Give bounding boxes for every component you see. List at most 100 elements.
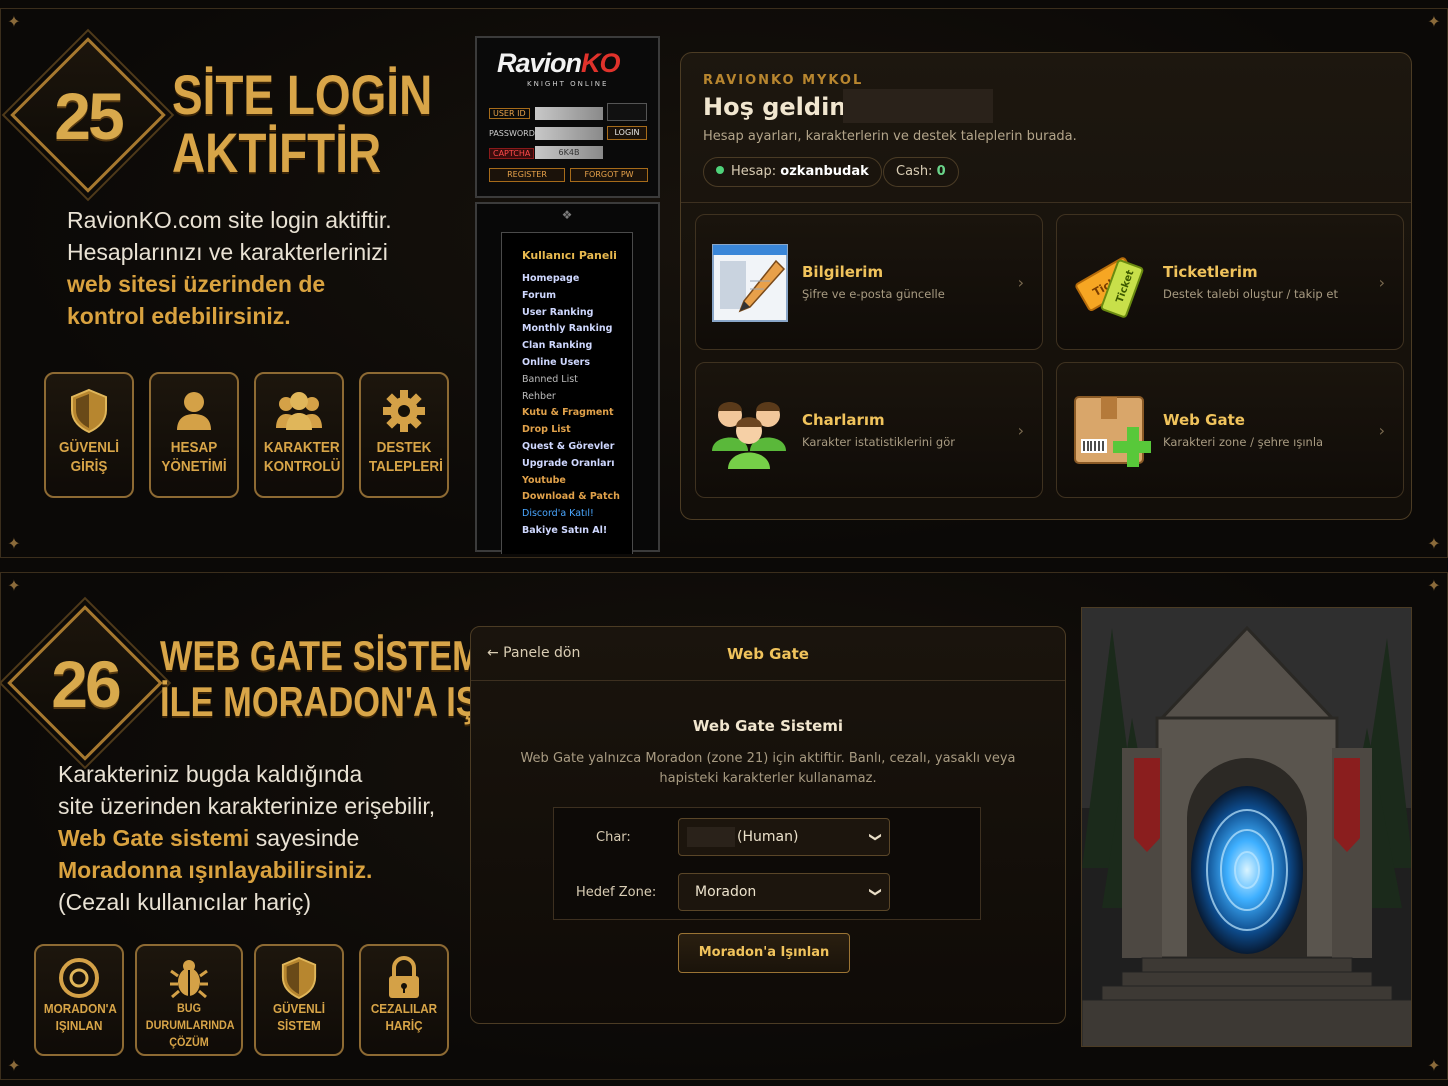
promo-line: (Cezalı kullanıcılar hariç) xyxy=(58,889,312,915)
card-bilgilerim[interactable]: Bilgilerim Şifre ve e-posta güncelle › xyxy=(695,214,1043,350)
user-panel-menu-item[interactable]: Homepage xyxy=(522,271,632,288)
feature-label: KARAKTER xyxy=(263,439,340,456)
feature-label: GÜVENLİ xyxy=(272,1001,326,1016)
shield-icon xyxy=(256,956,342,1000)
promo-line: Web Gate sistemi sayesinde xyxy=(58,825,360,851)
lock-icon xyxy=(361,956,447,1000)
user-panel-list: Kullanıcı Paneli Homepage Forum User Ranki… xyxy=(501,232,633,554)
user-panel-menu-item[interactable]: Discord'a Katıl! xyxy=(522,506,632,523)
card-charlarim[interactable]: Charlarım Karakter istatistiklerini gör … xyxy=(695,362,1043,498)
char-select-value: (Human) xyxy=(737,829,799,845)
chevron-right-icon: › xyxy=(1017,273,1024,292)
welcome-subtitle: Hesap ayarları, karakterlerin ve destek … xyxy=(703,129,1077,144)
account-badge: Hesap: ozkanbudak xyxy=(703,157,882,187)
card-web-gate[interactable]: Web Gate Karakteri zone / şehre ışınla › xyxy=(1056,362,1404,498)
web-gate-header: ← Panele dön Web Gate xyxy=(471,627,1065,681)
web-gate-panel: ← Panele dön Web Gate Web Gate Sistemi W… xyxy=(470,626,1066,1024)
zone-select[interactable]: Moradon ❯ xyxy=(678,873,890,911)
user-panel-menu-item[interactable]: Forum xyxy=(522,288,632,305)
forgot-password-button[interactable]: FORGOT PW xyxy=(570,168,648,182)
login-button[interactable]: LOGIN xyxy=(607,126,647,140)
chevron-right-icon: › xyxy=(1017,421,1024,440)
card-description: Karakteri zone / şehre ışınla xyxy=(1163,435,1324,449)
user-panel-menu-item[interactable]: Drop List xyxy=(522,422,632,439)
portal-icon xyxy=(36,956,122,1000)
legacy-user-panel: ❖ Kullanıcı Paneli Homepage Forum User Ran… xyxy=(475,202,660,554)
characters-icon xyxy=(710,389,790,471)
user-panel-menu-item[interactable]: Kutu & Fragment xyxy=(522,405,632,422)
user-id-input[interactable] xyxy=(535,107,603,120)
card-description: Şifre ve e-posta güncelle xyxy=(802,287,945,301)
user-panel-menu-item[interactable]: Banned List xyxy=(522,372,632,389)
user-panel-menu-item[interactable]: User Ranking xyxy=(522,305,632,322)
feature-label: SİSTEM xyxy=(277,1018,321,1033)
card-description: Karakter istatistiklerini gör xyxy=(802,435,955,449)
feature-secure-system: GÜVENLİ SİSTEM xyxy=(254,944,344,1056)
gear-icon xyxy=(361,388,447,438)
promo-highlight: Moradonna ışınlayabilirsiniz. xyxy=(58,857,373,883)
promo-text: RavionKO.com site login aktiftir. Hesapl… xyxy=(67,204,392,332)
promo-line: site üzerinden karakterinize erişebilir, xyxy=(58,793,436,819)
web-gate-title: Web Gate xyxy=(727,645,809,663)
package-add-icon xyxy=(1071,389,1153,471)
user-id-label: USER ID xyxy=(489,108,530,119)
shield-icon xyxy=(46,388,132,438)
feature-label: KONTROLÜ xyxy=(263,458,341,475)
teleport-button[interactable]: Moradon'a Işınlan xyxy=(678,933,850,973)
feature-secure-login: GÜVENLİ GİRİŞ xyxy=(44,372,134,498)
web-gate-form: Char: (Human) ❯ Hedef Zone: Moradon ❯ xyxy=(553,807,981,920)
menu-ornament: ❖ xyxy=(561,208,573,222)
user-panel-menu-item[interactable]: Online Users xyxy=(522,355,632,372)
bug-icon xyxy=(137,956,241,1000)
user-panel-menu-item[interactable]: Rehber xyxy=(522,389,632,406)
user-id-extra-box xyxy=(607,103,647,121)
feature-character-control: KARAKTER KONTROLÜ xyxy=(254,372,344,498)
password-label: PASSWORD xyxy=(489,129,535,138)
user-panel-menu-item[interactable]: Download & Patch xyxy=(522,489,632,506)
feature-label: CEZALILAR xyxy=(370,1001,438,1016)
user-panel-menu-item[interactable]: Clan Ranking xyxy=(522,338,632,355)
site-logo: RavionKO xyxy=(497,48,621,78)
user-panel-menu-item[interactable]: Quest & Görevler xyxy=(522,439,632,456)
card-title: Web Gate xyxy=(1163,411,1245,429)
dashboard-header: RAVIONKO MYKOL Hoş geldin, Hesap ayarlar… xyxy=(681,53,1411,203)
redacted-username xyxy=(843,89,993,123)
web-gate-subtitle: Web Gate Sistemi xyxy=(692,717,844,735)
chevron-right-icon: › xyxy=(1378,273,1385,292)
card-title: Charlarım xyxy=(802,411,885,429)
char-select[interactable]: (Human) ❯ xyxy=(678,818,890,856)
corner-ornament: ✦ xyxy=(1427,12,1441,31)
corner-ornament: ✦ xyxy=(1427,534,1441,553)
feature-teleport-moradon: MORADON'A IŞINLAN xyxy=(34,944,124,1056)
user-panel-menu-item[interactable]: Upgrade Oranları xyxy=(522,456,632,473)
corner-ornament: ✦ xyxy=(7,576,21,595)
user-panel-menu-item[interactable]: Bakiye Satın Al! xyxy=(522,523,632,540)
card-ticketlerim[interactable]: TicketTicket Ticketlerim Destek talebi o… xyxy=(1056,214,1404,350)
chevron-down-icon: ❯ xyxy=(868,886,883,898)
card-title: Bilgilerim xyxy=(802,263,884,281)
register-button[interactable]: REGISTER xyxy=(489,168,565,182)
feature-label: TALEPLERİ xyxy=(368,458,443,475)
user-panel-menu-item[interactable]: Youtube xyxy=(522,473,632,490)
headline-line1: WEB GATE SİSTEMİ xyxy=(160,632,491,679)
corner-ornament: ✦ xyxy=(1427,576,1441,595)
redacted-character-name xyxy=(687,827,735,847)
feature-bug-solution: BUG DURUMLARINDA ÇÖZÜM xyxy=(135,944,243,1056)
ticket-icon: TicketTicket xyxy=(1071,241,1151,323)
promo-highlight: web sitesi üzerinden de xyxy=(67,271,326,297)
user-panel-menu-item[interactable]: Monthly Ranking xyxy=(522,321,632,338)
welcome-title: Hoş geldin, xyxy=(703,93,856,121)
promo-highlight: kontrol edebilirsiniz. xyxy=(67,303,291,329)
feature-label: YÖNETİMİ xyxy=(161,458,227,475)
feature-penalized-excluded: CEZALILAR HARİÇ xyxy=(359,944,449,1056)
promo-line: Karakteriniz bugda kaldığında xyxy=(58,761,363,787)
feature-support-tickets: DESTEK TALEPLERİ xyxy=(359,372,449,498)
online-status-dot xyxy=(716,166,724,174)
cash-badge: Cash: 0 xyxy=(883,157,959,187)
number-badge: 25 xyxy=(54,79,124,153)
captcha-code: 6K4B xyxy=(535,146,603,159)
promo-line: RavionKO.com site login aktiftir. xyxy=(67,207,392,233)
zone-select-value: Moradon xyxy=(695,884,757,900)
feature-label: IŞINLAN xyxy=(55,1018,103,1033)
password-input[interactable] xyxy=(535,127,603,140)
